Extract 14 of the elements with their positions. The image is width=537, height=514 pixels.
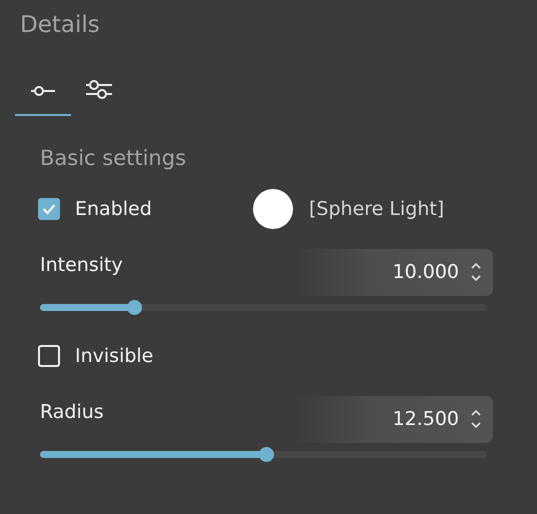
- slider-icon: [30, 84, 56, 98]
- section-title: Basic settings: [40, 146, 186, 170]
- sliders-icon: [85, 80, 113, 102]
- slider-thumb[interactable]: [126, 300, 142, 315]
- checkbox-label: Enabled: [75, 198, 153, 220]
- field-label: Radius: [40, 401, 104, 423]
- object-name: [Sphere Light]: [309, 198, 444, 220]
- field-label: Intensity: [40, 254, 123, 276]
- color-swatch[interactable]: [253, 189, 293, 229]
- slider-thumb[interactable]: [258, 447, 274, 462]
- checkbox[interactable]: [38, 198, 60, 220]
- checkbox-label: Invisible: [75, 345, 154, 367]
- panel-title: Details: [20, 12, 100, 38]
- check-icon: [42, 203, 56, 215]
